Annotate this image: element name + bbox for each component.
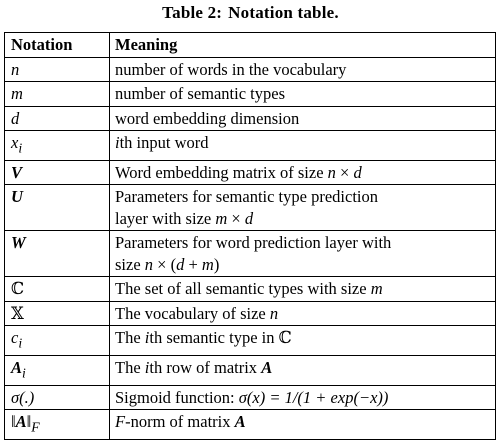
notation-table: Notation Meaning n number of words in th…: [4, 32, 496, 441]
notation-cell: U: [4, 184, 110, 232]
notation-cell: xi: [4, 130, 110, 161]
notation-cell: V: [4, 159, 110, 186]
notation-cell: ℂ: [4, 276, 110, 302]
meaning-cell: The ith row of matrix A: [109, 355, 496, 386]
notation-cell: ci: [4, 325, 110, 357]
meaning-cell: Parameters for word prediction layer wit…: [109, 230, 496, 278]
meaning-cell: number of words in the vocabulary: [109, 56, 496, 82]
meaning-cell: Word embedding matrix of size n × d: [109, 159, 496, 186]
column-header-meaning: Meaning: [109, 32, 496, 58]
table-row: m number of semantic types: [4, 81, 496, 107]
column-header-notation: Notation: [4, 32, 110, 58]
table-row: V Word embedding matrix of size n × d: [4, 159, 496, 186]
table-row: ℂ The set of all semantic types with siz…: [4, 276, 496, 302]
table-row: n number of words in the vocabulary: [4, 56, 496, 82]
table-row: xi ith input word: [4, 130, 496, 161]
notation-cell: Ai: [4, 355, 110, 386]
table-row: σ(.) Sigmoid function: σ(x) = 1/(1 + exp…: [4, 384, 496, 411]
notation-cell: m: [4, 81, 110, 107]
notation-cell: σ(.): [4, 384, 110, 411]
meaning-cell: number of semantic types: [109, 81, 496, 107]
table-caption: Table 2: Notation table.: [0, 3, 501, 23]
table-row: W Parameters for word prediction layer w…: [4, 230, 496, 278]
table-row: U Parameters for semantic type predictio…: [4, 184, 496, 232]
table-row: 𝕏 The vocabulary of size n: [4, 300, 496, 327]
caption-label: Table 2:: [162, 3, 223, 22]
notation-cell: W: [4, 230, 110, 278]
meaning-cell: The vocabulary of size n: [109, 300, 496, 327]
table-header-row: Notation Meaning: [4, 32, 496, 58]
meaning-cell: word embedding dimension: [109, 105, 496, 131]
meaning-cell: ith input word: [109, 130, 496, 161]
table-row: Ai The ith row of matrix A: [4, 355, 496, 386]
notation-cell: 𝕏: [4, 300, 110, 327]
notation-cell: ‖A‖F: [4, 409, 110, 441]
notation-cell: d: [4, 105, 110, 131]
meaning-cell: Sigmoid function: σ(x) = 1/(1 + exp(−x)): [109, 384, 496, 411]
meaning-cell: The set of all semantic types with size …: [109, 276, 496, 302]
meaning-cell: The ith semantic type in ℂ: [109, 325, 496, 357]
caption-title: Notation table.: [228, 3, 339, 22]
table-row: ‖A‖F F-norm of matrix A: [4, 409, 496, 441]
table-row: d word embedding dimension: [4, 105, 496, 131]
meaning-cell: Parameters for semantic type prediction l…: [109, 184, 496, 232]
table-row: ci The ith semantic type in ℂ: [4, 325, 496, 357]
meaning-cell: F-norm of matrix A: [109, 409, 496, 441]
notation-cell: n: [4, 56, 110, 82]
